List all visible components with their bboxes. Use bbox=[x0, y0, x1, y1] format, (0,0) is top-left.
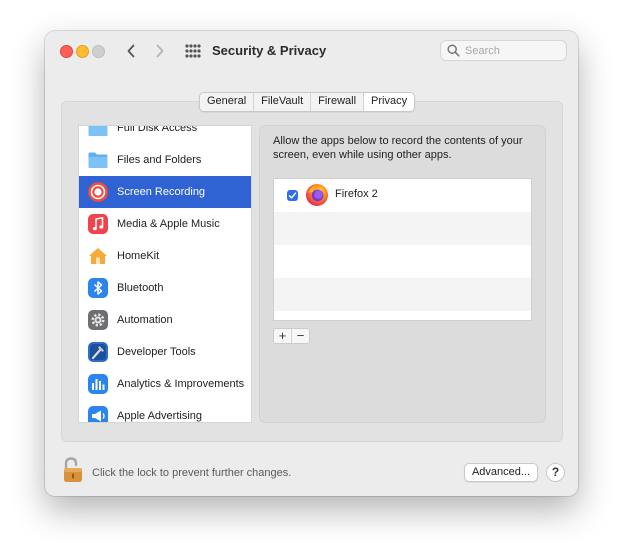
sidebar-item-full-disk-access[interactable]: Full Disk Access bbox=[79, 125, 251, 144]
music-note-icon bbox=[88, 214, 108, 234]
firefox-icon bbox=[306, 184, 328, 206]
sidebar-item-files-and-folders[interactable]: Files and Folders bbox=[79, 144, 251, 176]
sidebar-item-label: Full Disk Access bbox=[117, 125, 198, 134]
hammer-icon bbox=[88, 342, 108, 362]
sidebar-item-analytics[interactable]: Analytics & Improvements bbox=[79, 368, 251, 400]
description-text: Allow the apps below to record the conte… bbox=[273, 135, 523, 161]
tab-firewall[interactable]: Firewall bbox=[310, 93, 364, 111]
home-icon bbox=[89, 248, 107, 264]
preferences-window: Security & Privacy General FileVault Fir… bbox=[45, 31, 578, 496]
lock-message: Click the lock to prevent further change… bbox=[92, 467, 292, 479]
search-icon bbox=[447, 44, 460, 57]
chevron-right-icon bbox=[156, 44, 164, 58]
folder-icon bbox=[88, 152, 108, 168]
back-button[interactable] bbox=[120, 39, 142, 63]
sidebar-item-apple-advertising[interactable]: Apple Advertising bbox=[79, 400, 251, 422]
add-remove-control: + − bbox=[273, 328, 310, 344]
tab-bar: General FileVault Firewall Privacy bbox=[199, 92, 416, 112]
search-input[interactable] bbox=[465, 43, 561, 58]
add-button[interactable]: + bbox=[274, 329, 291, 343]
screen-recording-icon bbox=[88, 182, 108, 202]
title-bar: Security & Privacy bbox=[45, 31, 578, 71]
window-title: Security & Privacy bbox=[212, 43, 327, 58]
bluetooth-icon bbox=[88, 278, 108, 298]
show-all-button[interactable] bbox=[184, 43, 202, 59]
sidebar-item-label: Screen Recording bbox=[117, 186, 206, 198]
minimize-button[interactable] bbox=[76, 45, 89, 58]
empty-row bbox=[274, 245, 531, 278]
sidebar-item-screen-recording[interactable]: Screen Recording bbox=[79, 176, 251, 208]
sidebar-item-label: Files and Folders bbox=[117, 154, 202, 166]
empty-row bbox=[274, 278, 531, 311]
remove-button[interactable]: − bbox=[291, 329, 309, 343]
advanced-button[interactable]: Advanced... bbox=[464, 463, 538, 482]
tab-filevault[interactable]: FileVault bbox=[253, 93, 311, 111]
forward-button[interactable] bbox=[149, 39, 171, 63]
app-list[interactable]: Firefox 2 bbox=[273, 178, 532, 321]
app-name: Firefox 2 bbox=[335, 188, 378, 200]
sidebar-item-bluetooth[interactable]: Bluetooth bbox=[79, 272, 251, 304]
sidebar-item-developer-tools[interactable]: Developer Tools bbox=[79, 336, 251, 368]
megaphone-icon bbox=[88, 406, 108, 422]
empty-row bbox=[274, 212, 531, 245]
tab-privacy[interactable]: Privacy bbox=[363, 93, 415, 111]
sidebar-item-label: Automation bbox=[117, 314, 173, 326]
sidebar-item-homekit[interactable]: HomeKit bbox=[79, 240, 251, 272]
zoom-button[interactable] bbox=[92, 45, 105, 58]
lock-button[interactable] bbox=[61, 456, 85, 484]
bar-chart-icon bbox=[88, 374, 108, 394]
search-field[interactable] bbox=[440, 40, 567, 61]
checkmark-icon bbox=[288, 192, 297, 199]
lock-open-icon bbox=[64, 457, 82, 482]
privacy-category-list[interactable]: Full Disk Access Files and Folders Scree… bbox=[78, 125, 252, 423]
sidebar-item-automation[interactable]: Automation bbox=[79, 304, 251, 336]
list-item[interactable]: Firefox 2 bbox=[274, 179, 531, 212]
sidebar-item-label: Analytics & Improvements bbox=[117, 378, 245, 390]
sidebar-item-label: Bluetooth bbox=[117, 282, 164, 294]
grid-icon bbox=[185, 44, 201, 58]
gear-icon bbox=[88, 310, 108, 330]
sidebar-item-label: Developer Tools bbox=[117, 346, 196, 358]
sidebar-item-label: HomeKit bbox=[117, 250, 160, 262]
sidebar-item-media-apple-music[interactable]: Media & Apple Music bbox=[79, 208, 251, 240]
close-button[interactable] bbox=[60, 45, 73, 58]
sidebar-item-label: Media & Apple Music bbox=[117, 218, 220, 230]
sidebar-item-label: Apple Advertising bbox=[117, 410, 202, 422]
folder-icon bbox=[88, 126, 108, 136]
help-button[interactable]: ? bbox=[546, 463, 565, 482]
app-checkbox[interactable] bbox=[287, 190, 298, 201]
chevron-left-icon bbox=[127, 44, 135, 58]
tab-general[interactable]: General bbox=[200, 93, 254, 111]
